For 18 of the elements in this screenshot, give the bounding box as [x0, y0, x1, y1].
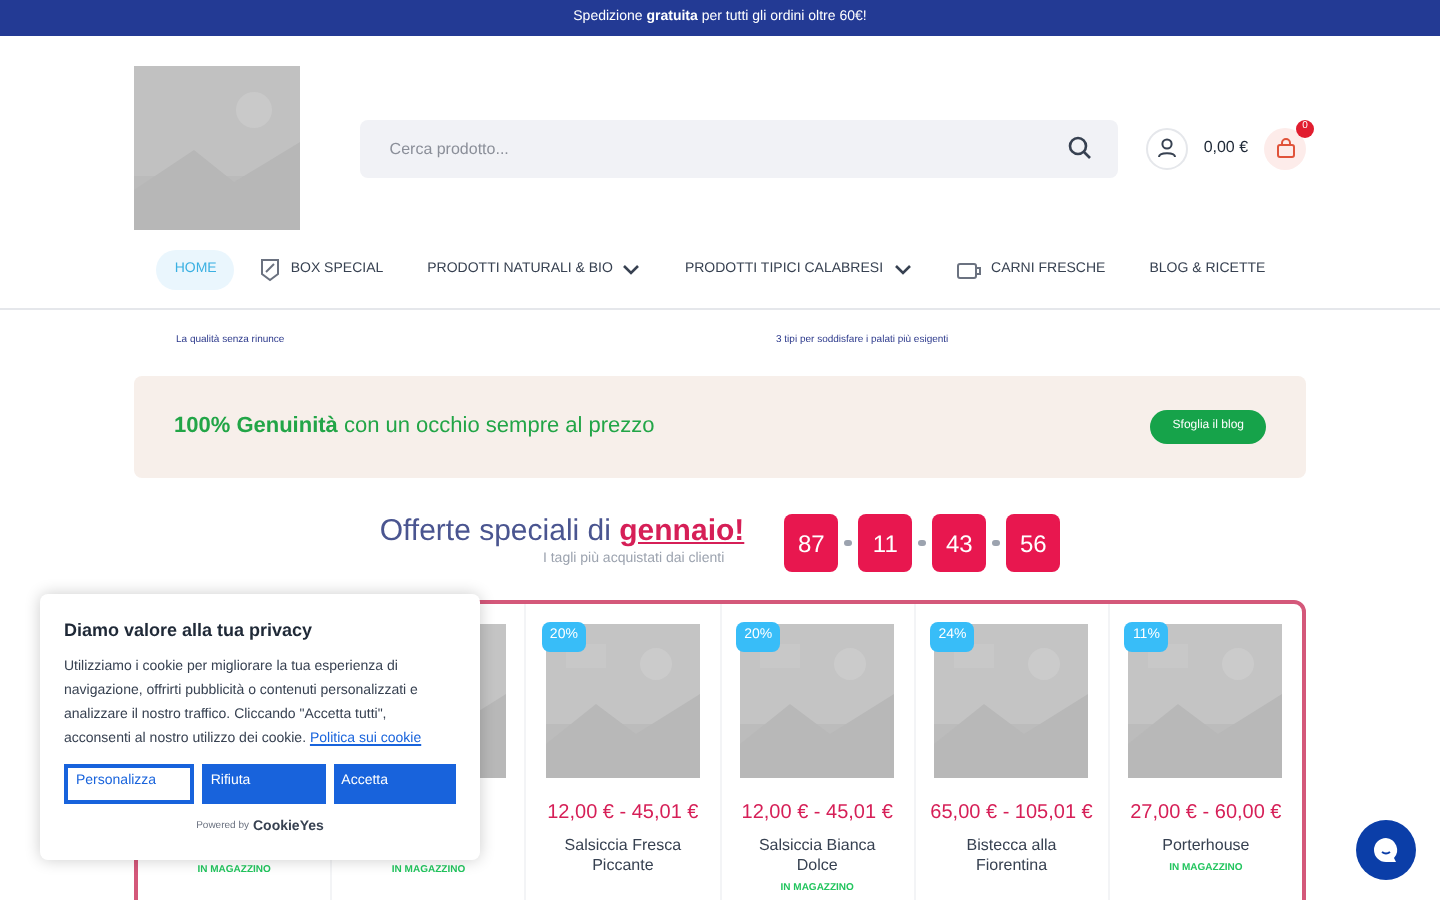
search-field[interactable]: Cerca prodotto... — [359, 119, 1118, 177]
countdown-box: 87 — [784, 514, 839, 572]
price-range: 65,00 € - 105,01 € — [930, 800, 1093, 828]
product-name[interactable]: Porterhouse — [1135, 836, 1276, 856]
countdown-box: 56 — [1006, 514, 1061, 572]
product-name[interactable]: Salsiccia Bianca Dolce — [747, 836, 888, 876]
promo-text: 100% Genuinità con un occhio sempre al prezzo — [174, 412, 655, 443]
month-link[interactable]: gennaio! — [619, 514, 745, 549]
countdown-box: 11 — [858, 514, 913, 572]
offers-title: Offerte speciali di — [379, 514, 611, 549]
price-range: 12,00 € - 45,01 € — [547, 800, 699, 828]
cart-total[interactable]: 0,00 € — [1203, 136, 1249, 160]
product-name[interactable]: Salsiccia Fresca Piccante — [552, 836, 693, 876]
cookie-title: Diamo valore alla tua privacy — [64, 618, 315, 644]
countdown-box: 43 — [932, 514, 987, 572]
product-name[interactable]: Bistecca alla Fiorentina — [941, 836, 1082, 876]
price-range: 27,00 € - 60,00 € — [1130, 800, 1282, 828]
price-range: 12,00 € - 45,01 € — [741, 800, 893, 828]
